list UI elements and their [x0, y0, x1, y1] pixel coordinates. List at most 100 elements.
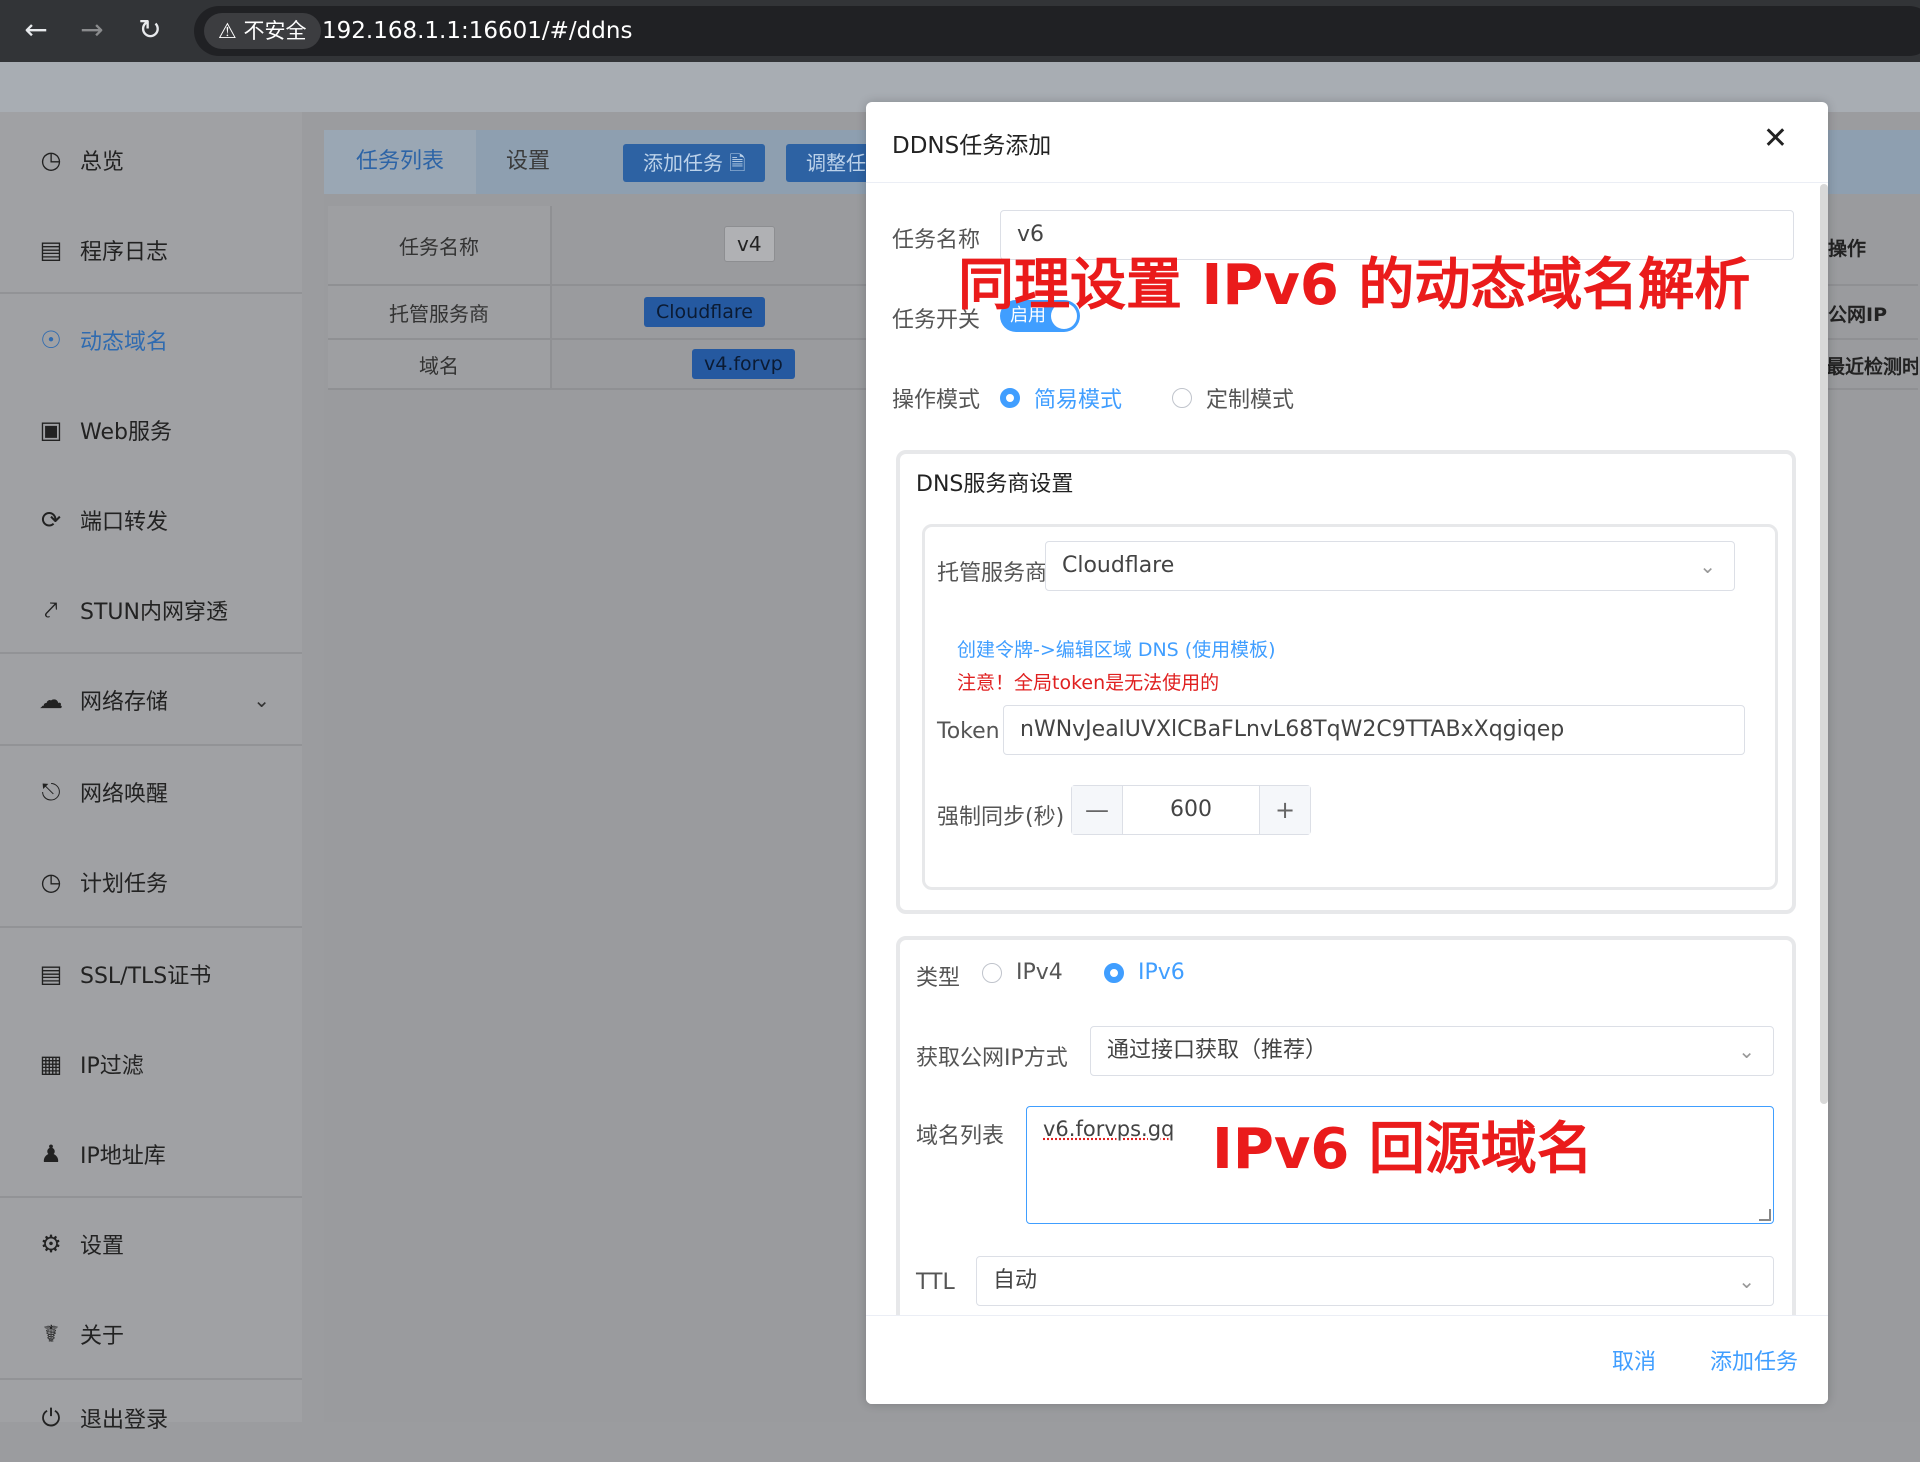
sidebar-item-label: 设置 — [80, 1234, 125, 1259]
cloud-icon: ☁ — [39, 686, 63, 714]
domains-label: 域名列表 — [916, 1124, 1005, 1149]
sidebar-item-overview[interactable]: ◷ 总览 — [0, 116, 302, 204]
row-header: 域名 — [328, 340, 552, 388]
chevron-down-icon: ⌄ — [1738, 1039, 1755, 1063]
insecure-badge[interactable]: ⚠ 不安全 — [204, 13, 321, 49]
sidebar-item-logs[interactable]: ▤ 程序日志 — [0, 206, 302, 294]
sidebar-item-ssl[interactable]: ▤ SSL/TLS证书 — [0, 930, 302, 1018]
about-icon: ☤ — [42, 1320, 60, 1348]
ip-filter-icon: ▦ — [39, 1050, 63, 1078]
add-task-button[interactable]: 添加任务 🗎 — [623, 144, 766, 182]
bell-icon: ⎋ — [41, 778, 61, 806]
url-text[interactable]: 192.168.1.1:16601/#/ddns — [322, 6, 632, 56]
mode-custom-radio[interactable]: 定制模式 — [1172, 382, 1294, 414]
sidebar-item-label: IP地址库 — [80, 1144, 166, 1169]
ip-method-value: 通过接口获取（推荐） — [1107, 1038, 1328, 1063]
increment-button[interactable]: + — [1259, 786, 1310, 834]
sidebar-item-label: 动态域名 — [80, 330, 169, 355]
logout-icon: ⏻ — [41, 1404, 61, 1432]
sidebar-item-ip-db[interactable]: ♟ IP地址库 — [0, 1110, 302, 1198]
divider — [0, 1196, 302, 1198]
resize-handle-icon[interactable] — [1759, 1209, 1771, 1221]
add-task-submit-button[interactable]: 添加任务 — [1710, 1344, 1798, 1376]
sidebar-item-schedule[interactable]: ◷ 计划任务 — [0, 838, 302, 926]
decrement-button[interactable]: — — [1072, 786, 1123, 834]
mode-simple-radio[interactable]: 简易模式 — [1000, 382, 1122, 414]
radio-label: 简易模式 — [1034, 388, 1123, 413]
ttl-value: 自动 — [993, 1268, 1038, 1293]
sidebar-item-port-forward[interactable]: ⟳ 端口转发 — [0, 476, 302, 564]
chevron-down-icon: ⌄ — [1699, 554, 1716, 578]
column-header-last-check: 最近检测时 — [1826, 356, 1918, 378]
sidebar-item-stun[interactable]: ⤤ STUN内网穿透 — [0, 566, 302, 654]
sidebar-item-label: 总览 — [80, 150, 125, 175]
row-header: 任务名称 — [328, 206, 552, 284]
tab-task-list[interactable]: 任务列表 — [324, 130, 477, 194]
sidebar-item-logout[interactable]: ⏻ 退出登录 — [0, 1374, 302, 1462]
cancel-button[interactable]: 取消 — [1612, 1344, 1656, 1376]
ip-method-select[interactable]: 通过接口获取（推荐） ⌄ — [1090, 1026, 1774, 1076]
sync-interval-value[interactable]: 600 — [1124, 786, 1258, 834]
sidebar-item-label: 网络存储 — [80, 690, 169, 715]
dns-icon: ☉ — [40, 326, 62, 354]
dialog-title: DDNS任务添加 — [892, 133, 1052, 159]
gear-icon: ⚙ — [40, 1230, 62, 1258]
provider-select[interactable]: Cloudflare ⌄ — [1045, 541, 1735, 591]
annotation-title-note: 同理设置 IPv6 的动态域名解析 — [958, 253, 1751, 318]
radio-label: 定制模式 — [1206, 388, 1295, 413]
ip-method-label: 获取公网IP方式 — [916, 1046, 1068, 1071]
chevron-down-icon: ⌄ — [1738, 1269, 1755, 1293]
clock-icon: ◷ — [40, 868, 62, 896]
sidebar-item-wol[interactable]: ⎋ 网络唤醒 — [0, 748, 302, 836]
certificate-icon: ▤ — [39, 960, 63, 988]
radio-dot — [1000, 388, 1020, 408]
sidebar-item-storage[interactable]: ☁ 网络存储 ⌄ — [0, 656, 302, 744]
web-icon: ▣ — [39, 416, 63, 444]
domain-tag: v4.forvp — [692, 349, 795, 379]
tab-settings[interactable]: 设置 — [474, 130, 582, 194]
radio-dot — [1104, 962, 1124, 983]
address-bar[interactable]: ⚠ 不安全 192.168.1.1:16601/#/ddns — [194, 6, 1920, 56]
type-ipv6-radio[interactable]: IPv6 — [1104, 960, 1185, 985]
provider-value: Cloudflare — [1062, 553, 1175, 578]
sidebar-item-label: 计划任务 — [80, 872, 169, 897]
token-label: Token — [937, 719, 1000, 744]
sidebar-item-label: 网络唤醒 — [80, 782, 169, 807]
sync-interval-label: 强制同步(秒) — [937, 805, 1065, 830]
sidebar-item-ip-filter[interactable]: ▦ IP过滤 — [0, 1020, 302, 1108]
token-input[interactable]: nWNvJealUVXlCBaFLnvL68TqW2C9TTABxXqgiqep — [1003, 705, 1745, 755]
sidebar-item-ddns[interactable]: ☉ 动态域名 — [0, 296, 302, 384]
sidebar-item-label: 端口转发 — [80, 510, 169, 535]
ttl-select[interactable]: 自动 ⌄ — [976, 1256, 1774, 1306]
mode-label: 操作模式 — [892, 388, 981, 413]
sidebar-item-label: 退出登录 — [80, 1408, 169, 1433]
divider — [0, 652, 302, 654]
stun-icon: ⤤ — [44, 596, 58, 624]
domains-value: v6.forvps.gq — [1043, 1117, 1175, 1141]
dns-provider-card: DNS服务商设置 托管服务商 Cloudflare ⌄ 创建令牌->编辑区域 D… — [896, 450, 1796, 914]
provider-tag: Cloudflare — [644, 297, 765, 327]
dialog-scrollbar[interactable] — [1820, 184, 1828, 1104]
token-warning: 注意！全局token是无法使用的 — [957, 672, 1220, 694]
sidebar-item-settings[interactable]: ⚙ 设置 — [0, 1200, 302, 1288]
dialog-footer: 取消 添加任务 — [866, 1315, 1828, 1404]
sidebar-item-web[interactable]: ▣ Web服务 — [0, 386, 302, 474]
provider-label: 托管服务商 — [937, 561, 1048, 586]
sidebar-item-about[interactable]: ☤ 关于 — [0, 1290, 302, 1378]
provider-settings-group: 托管服务商 Cloudflare ⌄ 创建令牌->编辑区域 DNS (使用模板)… — [922, 524, 1778, 890]
arrow-right-icon[interactable]: → — [74, 12, 110, 48]
create-token-link[interactable]: 创建令牌->编辑区域 DNS (使用模板) — [957, 635, 1276, 662]
arrow-left-icon[interactable]: ← — [18, 12, 54, 48]
warning-icon: ⚠ — [218, 19, 244, 43]
close-icon[interactable]: ✕ — [1763, 122, 1788, 156]
port-forward-icon: ⟳ — [40, 506, 62, 534]
reload-icon[interactable]: ↻ — [132, 12, 168, 48]
divider — [0, 926, 302, 928]
sync-interval-stepper[interactable]: — 600 + — [1071, 785, 1311, 835]
radio-dot — [1172, 388, 1192, 408]
type-ipv4-radio[interactable]: IPv4 — [982, 960, 1063, 985]
user-icon: ♟ — [40, 1140, 62, 1168]
type-label: 类型 — [916, 966, 961, 991]
dashboard-icon: ◷ — [40, 146, 62, 174]
radio-dot — [982, 962, 1002, 983]
